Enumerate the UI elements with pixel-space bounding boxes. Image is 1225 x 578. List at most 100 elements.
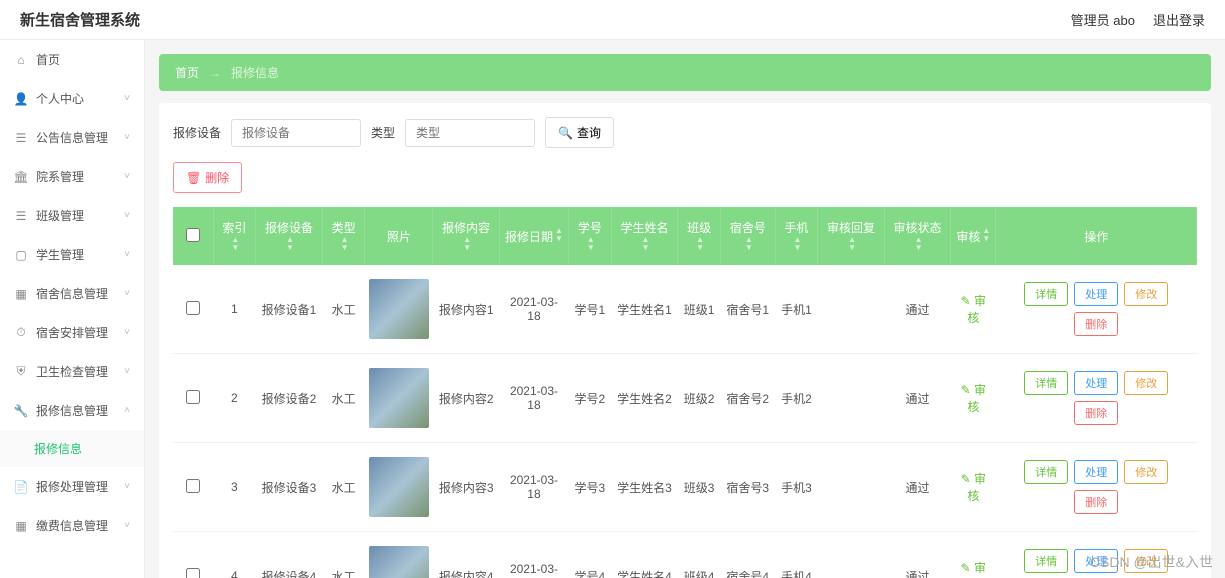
detail-button[interactable]: 详情 bbox=[1024, 549, 1068, 573]
cell-reply bbox=[818, 354, 885, 443]
cell-sname: 学生姓名4 bbox=[611, 532, 678, 578]
sidebar-item-9[interactable]: 🔧 报修信息管理 ˄ bbox=[0, 391, 144, 430]
sidebar-item-8[interactable]: ⛨卫生检查管理˅ bbox=[0, 352, 144, 391]
sidebar-item-label: 公告信息管理 bbox=[36, 129, 108, 146]
chevron-down-icon: ˅ bbox=[124, 93, 130, 104]
sort-icon: ▲▼ bbox=[982, 227, 990, 243]
cell-date: 2021-03-18 bbox=[499, 443, 568, 532]
shield-icon: ⛨ bbox=[14, 365, 28, 379]
cell-idx: 4 bbox=[213, 532, 256, 578]
table-header-12[interactable]: 审核回复▲▼ bbox=[818, 207, 885, 265]
audit-button[interactable]: ✎ 审核 bbox=[961, 383, 986, 414]
sidebar-item-label: 院系管理 bbox=[36, 168, 84, 185]
table-header-5[interactable]: 报修内容▲▼ bbox=[433, 207, 500, 265]
delete-button[interactable]: 删除 bbox=[1074, 312, 1118, 336]
sort-icon: ▲▼ bbox=[286, 236, 294, 252]
table-header-8[interactable]: 学生姓名▲▼ bbox=[611, 207, 678, 265]
thumbnail-image[interactable] bbox=[369, 279, 429, 339]
detail-button[interactable]: 详情 bbox=[1024, 282, 1068, 306]
table-header-14[interactable]: 审核▲▼ bbox=[951, 207, 996, 265]
cell-reply bbox=[818, 443, 885, 532]
clock-icon: ⏱ bbox=[14, 326, 28, 340]
topbar: 新生宿舍管理系统 管理员 abo 退出登录 bbox=[0, 0, 1225, 40]
sidebar-item-7[interactable]: ⏱宿舍安排管理˅ bbox=[0, 313, 144, 352]
logout-button[interactable]: 退出登录 bbox=[1153, 10, 1205, 29]
grid-icon: ▦ bbox=[14, 519, 28, 533]
row-checkbox[interactable] bbox=[186, 301, 200, 315]
cell-phone: 手机3 bbox=[775, 443, 818, 532]
table-header-6[interactable]: 报修日期▲▼ bbox=[499, 207, 568, 265]
table-header-11[interactable]: 手机▲▼ bbox=[775, 207, 818, 265]
row-checkbox[interactable] bbox=[186, 390, 200, 404]
delete-button[interactable]: 删除 bbox=[1074, 490, 1118, 514]
process-button[interactable]: 处理 bbox=[1074, 460, 1118, 484]
sort-icon: ▲▼ bbox=[231, 236, 239, 252]
table-header-9[interactable]: 班级▲▼ bbox=[678, 207, 721, 265]
list-icon: ☰ bbox=[14, 209, 28, 223]
edit-button[interactable]: 修改 bbox=[1124, 371, 1168, 395]
table-header-13[interactable]: 审核状态▲▼ bbox=[884, 207, 951, 265]
wrench-icon: 🔧 bbox=[14, 404, 28, 418]
table-header-15[interactable]: 操作 bbox=[996, 207, 1197, 265]
table-header-1[interactable]: 索引▲▼ bbox=[213, 207, 256, 265]
sidebar-sub-item[interactable]: 报修信息 bbox=[0, 430, 144, 467]
cell-type: 水工 bbox=[322, 532, 365, 578]
sidebar-item-label: 报修信息管理 bbox=[36, 402, 108, 419]
sidebar-item-2[interactable]: ☰公告信息管理˅ bbox=[0, 118, 144, 157]
audit-button[interactable]: ✎ 审核 bbox=[961, 472, 986, 503]
type-label: 类型 bbox=[371, 124, 395, 141]
delete-button[interactable]: 删除 bbox=[1074, 401, 1118, 425]
sort-icon: ▲▼ bbox=[555, 227, 563, 243]
thumbnail-image[interactable] bbox=[369, 546, 429, 578]
row-checkbox[interactable] bbox=[186, 568, 200, 578]
table-header-0[interactable] bbox=[173, 207, 213, 265]
cell-sid: 学号2 bbox=[569, 354, 612, 443]
sidebar-item-6[interactable]: ▦宿舍信息管理˅ bbox=[0, 274, 144, 313]
sidebar-item-5[interactable]: ▢学生管理˅ bbox=[0, 235, 144, 274]
thumbnail-image[interactable] bbox=[369, 368, 429, 428]
sidebar-item-label: 报修处理管理 bbox=[36, 478, 108, 495]
equip-input[interactable] bbox=[231, 119, 361, 147]
cell-dorm: 宿舍号1 bbox=[720, 265, 775, 354]
cell-content: 报修内容1 bbox=[433, 265, 500, 354]
sidebar-item-3[interactable]: 🏛院系管理˅ bbox=[0, 157, 144, 196]
sidebar-item-11[interactable]: ▦缴费信息管理˅ bbox=[0, 506, 144, 545]
search-row: 报修设备 类型 🔍 查询 bbox=[173, 117, 1197, 148]
cell-cls: 班级1 bbox=[678, 265, 721, 354]
edit-button[interactable]: 修改 bbox=[1124, 460, 1168, 484]
row-checkbox[interactable] bbox=[186, 479, 200, 493]
table-header-3[interactable]: 类型▲▼ bbox=[322, 207, 365, 265]
sidebar-item-label: 首页 bbox=[36, 51, 60, 68]
cell-cls: 班级3 bbox=[678, 443, 721, 532]
sidebar-item-4[interactable]: ☰班级管理˅ bbox=[0, 196, 144, 235]
chevron-up-icon: ˄ bbox=[124, 405, 130, 416]
sidebar-item-1[interactable]: 👤个人中心˅ bbox=[0, 79, 144, 118]
detail-button[interactable]: 详情 bbox=[1024, 460, 1068, 484]
admin-label[interactable]: 管理员 abo bbox=[1071, 10, 1135, 29]
table-header-7[interactable]: 学号▲▼ bbox=[569, 207, 612, 265]
select-all-checkbox[interactable] bbox=[186, 228, 200, 242]
table-row: 3 报修设备3 水工 报修内容3 2021-03-18 学号3 学生姓名3 班级… bbox=[173, 443, 1197, 532]
process-button[interactable]: 处理 bbox=[1074, 371, 1118, 395]
thumbnail-image[interactable] bbox=[369, 457, 429, 517]
table-header-4[interactable]: 照片 bbox=[365, 207, 433, 265]
sort-icon: ▲▼ bbox=[341, 236, 349, 252]
bulk-delete-button[interactable]: 🗑 删除 bbox=[173, 162, 242, 193]
process-button[interactable]: 处理 bbox=[1074, 282, 1118, 306]
search-button[interactable]: 🔍 查询 bbox=[545, 117, 614, 148]
detail-button[interactable]: 详情 bbox=[1024, 371, 1068, 395]
audit-button[interactable]: ✎ 审核 bbox=[961, 294, 986, 325]
table-header-2[interactable]: 报修设备▲▼ bbox=[256, 207, 323, 265]
sidebar-item-10[interactable]: 📄报修处理管理˅ bbox=[0, 467, 144, 506]
type-input[interactable] bbox=[405, 119, 535, 147]
breadcrumb-home[interactable]: 首页 bbox=[175, 64, 199, 81]
trash-icon: 🗑 bbox=[186, 171, 201, 185]
table-header-10[interactable]: 宿舍号▲▼ bbox=[720, 207, 775, 265]
edit-button[interactable]: 修改 bbox=[1124, 282, 1168, 306]
search-button-label: 查询 bbox=[577, 124, 601, 141]
doc-icon: 📄 bbox=[14, 480, 28, 494]
audit-button[interactable]: ✎ 审核 bbox=[961, 561, 986, 578]
main-panel: 报修设备 类型 🔍 查询 🗑 删除 索引▲▼报修设备▲▼类型▲▼照片报修内容▲▼… bbox=[159, 103, 1211, 578]
sidebar-item-0[interactable]: ⌂首页 bbox=[0, 40, 144, 79]
building-icon: 🏛 bbox=[14, 170, 28, 184]
